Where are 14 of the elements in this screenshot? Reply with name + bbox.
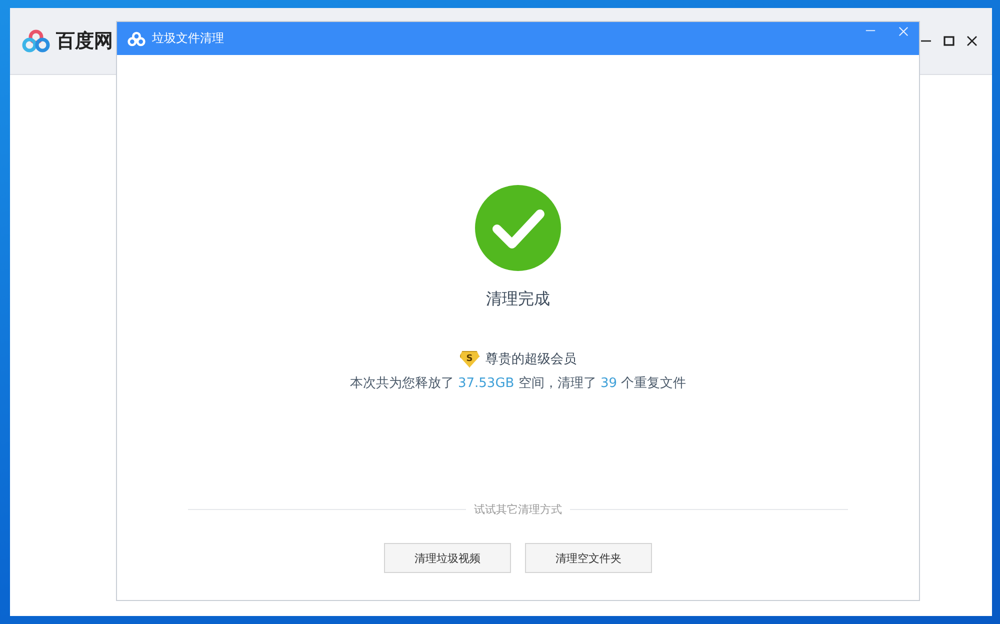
cloud-logo-icon (127, 30, 146, 46)
member-label: 尊贵的超级会员 (486, 351, 576, 368)
summary-text: 本次共为您释放了 37.53GB 空间，清理了 39 个重复文件 (350, 375, 686, 392)
dialog-title: 垃圾文件清理 (152, 30, 224, 47)
close-icon[interactable] (966, 35, 978, 47)
section-label: 试试其它清理方式 (474, 502, 562, 517)
status-text: 清理完成 (486, 289, 550, 310)
action-button[interactable]: 清理空文件夹 (525, 543, 652, 573)
app-title: 百度网 (56, 29, 113, 54)
cloud-logo-icon (22, 29, 50, 53)
action-button[interactable]: 清理垃圾视频 (384, 543, 511, 573)
maximize-icon[interactable] (943, 35, 955, 47)
vip-badge-icon: S (460, 350, 480, 368)
check-circle-icon (475, 185, 561, 271)
